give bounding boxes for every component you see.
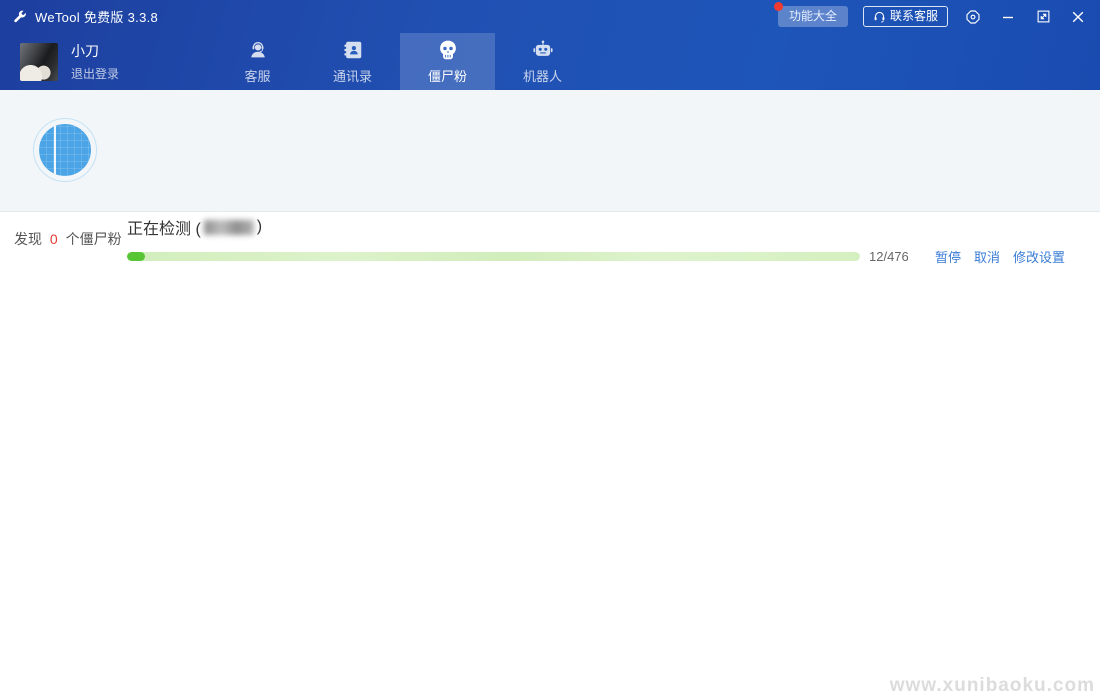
headset-icon [873,10,886,23]
result-count: 0 [50,231,58,247]
tab-label: 机器人 [523,66,562,85]
radar-sweep-line [54,124,56,176]
titlebar-controls: 功能大全 联系客服 [778,6,1088,27]
wrench-logo-icon [12,9,27,24]
tab-label: 僵尸粉 [428,66,467,85]
tab-label: 通讯录 [333,66,372,85]
progress-fill [127,252,145,261]
contact-support-button[interactable]: 联系客服 [863,6,948,27]
main-tabs: 客服 通讯录 僵尸粉 机器人 [210,33,590,90]
maximize-button[interactable] [1033,7,1053,27]
detection-status: 正在检测 ( ) [127,215,262,239]
radar-spinner [33,118,97,182]
notification-dot [774,2,783,11]
app-header: WeTool 免费版 3.3.8 功能大全 联系客服 [0,0,1100,90]
blurred-account-name [204,220,254,235]
result-suffix: 个僵尸粉 [66,231,122,247]
headset-person-icon [247,39,269,61]
progress-bar [127,252,860,261]
detection-panel: 正在检测 ( ) 12/476 暂停 取消 修改设置 [0,90,1100,212]
tab-contacts[interactable]: 通讯录 [305,33,400,90]
pause-link[interactable]: 暂停 [935,247,961,266]
user-meta: 小刀 退出登录 [71,41,119,82]
status-prefix: 正在检测 ( [127,215,201,239]
features-button[interactable]: 功能大全 [778,6,848,27]
watermark: www.xunibaoku.com [890,675,1095,697]
minimize-button[interactable] [998,7,1018,27]
result-prefix: 发现 [14,231,42,247]
user-avatar [20,43,58,81]
modify-settings-link[interactable]: 修改设置 [1013,247,1065,266]
tab-zombie-fans[interactable]: 僵尸粉 [400,33,495,90]
status-suffix: ) [257,218,262,236]
navbar: 小刀 退出登录 客服 通讯录 僵尸粉 [0,33,1100,90]
features-button-label: 功能大全 [789,9,837,23]
tab-customer-service[interactable]: 客服 [210,33,305,90]
titlebar: WeTool 免费版 3.3.8 功能大全 联系客服 [0,0,1100,33]
close-button[interactable] [1068,7,1088,27]
tab-robot[interactable]: 机器人 [495,33,590,90]
window-title: WeTool 免费版 3.3.8 [35,7,158,26]
support-button-label: 联系客服 [890,9,938,24]
user-name: 小刀 [71,41,119,61]
progress-actions: 暂停 取消 修改设置 [935,247,1065,266]
progress-count: 12/476 [869,249,921,264]
cancel-link[interactable]: 取消 [974,247,1000,266]
contacts-icon [342,39,364,61]
logout-link[interactable]: 退出登录 [71,65,119,82]
radar-inner [39,124,91,176]
progress-row: 12/476 暂停 取消 修改设置 [127,247,1065,266]
skull-icon [437,39,459,61]
settings-gear-button[interactable] [963,7,983,27]
robot-icon [532,39,554,61]
tab-label: 客服 [244,66,270,85]
